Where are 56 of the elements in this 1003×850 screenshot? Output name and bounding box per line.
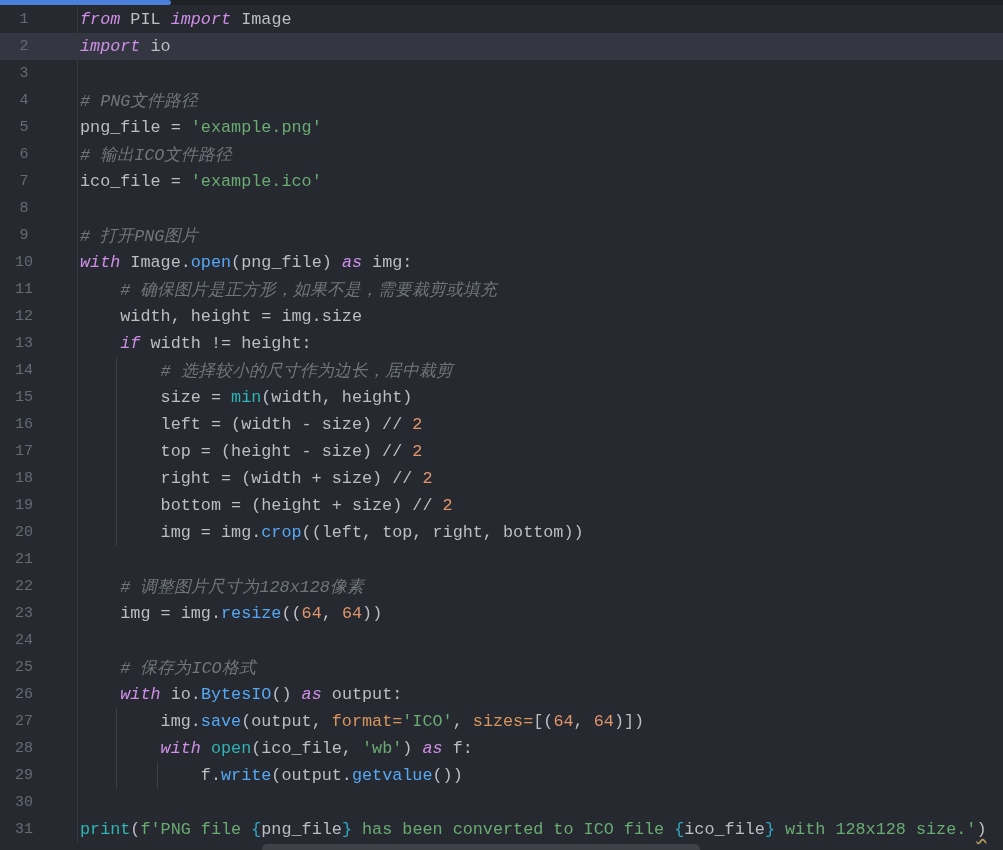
code-line: # 输出ICO文件路径 — [80, 145, 233, 166]
line-number: 28 — [14, 740, 34, 757]
code-line: size = min(width, height) — [159, 388, 413, 407]
line-number: 31 — [14, 821, 34, 838]
code-line: top = (height - size) // 2 — [159, 442, 423, 461]
code-line: import io — [80, 37, 171, 56]
code-line: bottom = (height + size) // 2 — [159, 496, 453, 515]
line-number: 9 — [18, 227, 30, 244]
line-number: 26 — [14, 686, 34, 703]
code-line: png_file = 'example.png' — [80, 118, 322, 137]
code-line: from PIL import Image — [80, 10, 292, 29]
line-number: 5 — [18, 119, 30, 136]
code-line: # 调整图片尺寸为128x128像素 — [119, 577, 364, 598]
line-number: 18 — [14, 470, 34, 487]
line-number: 29 — [14, 767, 34, 784]
code-line: img.save(output, format='ICO', sizes=[(64, 64)]) — [159, 712, 645, 731]
code-line: if width != height: — [119, 334, 312, 353]
code-line: ico_file = 'example.ico' — [80, 172, 322, 191]
line-number: 22 — [14, 578, 34, 595]
code-line: img = img.crop((left, top, right, bottom)) — [159, 523, 584, 542]
line-number: 19 — [14, 497, 34, 514]
line-number: 21 — [14, 551, 34, 568]
code-line: # 确保图片是正方形，如果不是，需要裁剪或填充 — [119, 280, 498, 301]
code-line: with Image.open(png_file) as img: — [80, 253, 413, 272]
line-number: 17 — [14, 443, 34, 460]
line-number: 13 — [14, 335, 34, 352]
code-line: width, height = img.size — [119, 307, 362, 326]
line-number: 6 — [18, 146, 30, 163]
line-number: 12 — [14, 308, 34, 325]
line-number: 30 — [14, 794, 34, 811]
line-number: 20 — [14, 524, 34, 541]
code-line: # 选择较小的尺寸作为边长，居中裁剪 — [159, 361, 453, 382]
code-line: # 打开PNG图片 — [80, 226, 199, 247]
code-line: left = (width - size) // 2 — [159, 415, 423, 434]
line-number: 25 — [14, 659, 34, 676]
code-line: # PNG文件路径 — [80, 91, 199, 112]
line-number: 4 — [18, 92, 30, 109]
line-number: 1 — [18, 11, 30, 28]
code-line: with open(ico_file, 'wb') as f: — [159, 739, 473, 758]
line-number: 14 — [14, 362, 34, 379]
line-number: 3 — [18, 65, 30, 82]
code-line: img = img.resize((64, 64)) — [119, 604, 383, 623]
code-line: f.write(output.getvalue()) — [199, 766, 463, 785]
line-number: 16 — [14, 416, 34, 433]
line-number: 7 — [18, 173, 30, 190]
line-number: 15 — [14, 389, 34, 406]
code-line: right = (width + size) // 2 — [159, 469, 433, 488]
line-number: 27 — [14, 713, 34, 730]
code-line: with io.BytesIO() as output: — [119, 685, 403, 704]
code-line: print(f'PNG file {png_file} has been converted to ICO file {ico_file} with 128x128 size.') — [80, 820, 987, 839]
line-number: 23 — [14, 605, 34, 622]
line-number: 8 — [18, 200, 30, 217]
line-number: 10 — [14, 254, 34, 271]
line-number: 24 — [14, 632, 34, 649]
line-number: 11 — [14, 281, 34, 298]
code-line: # 保存为ICO格式 — [119, 658, 256, 679]
